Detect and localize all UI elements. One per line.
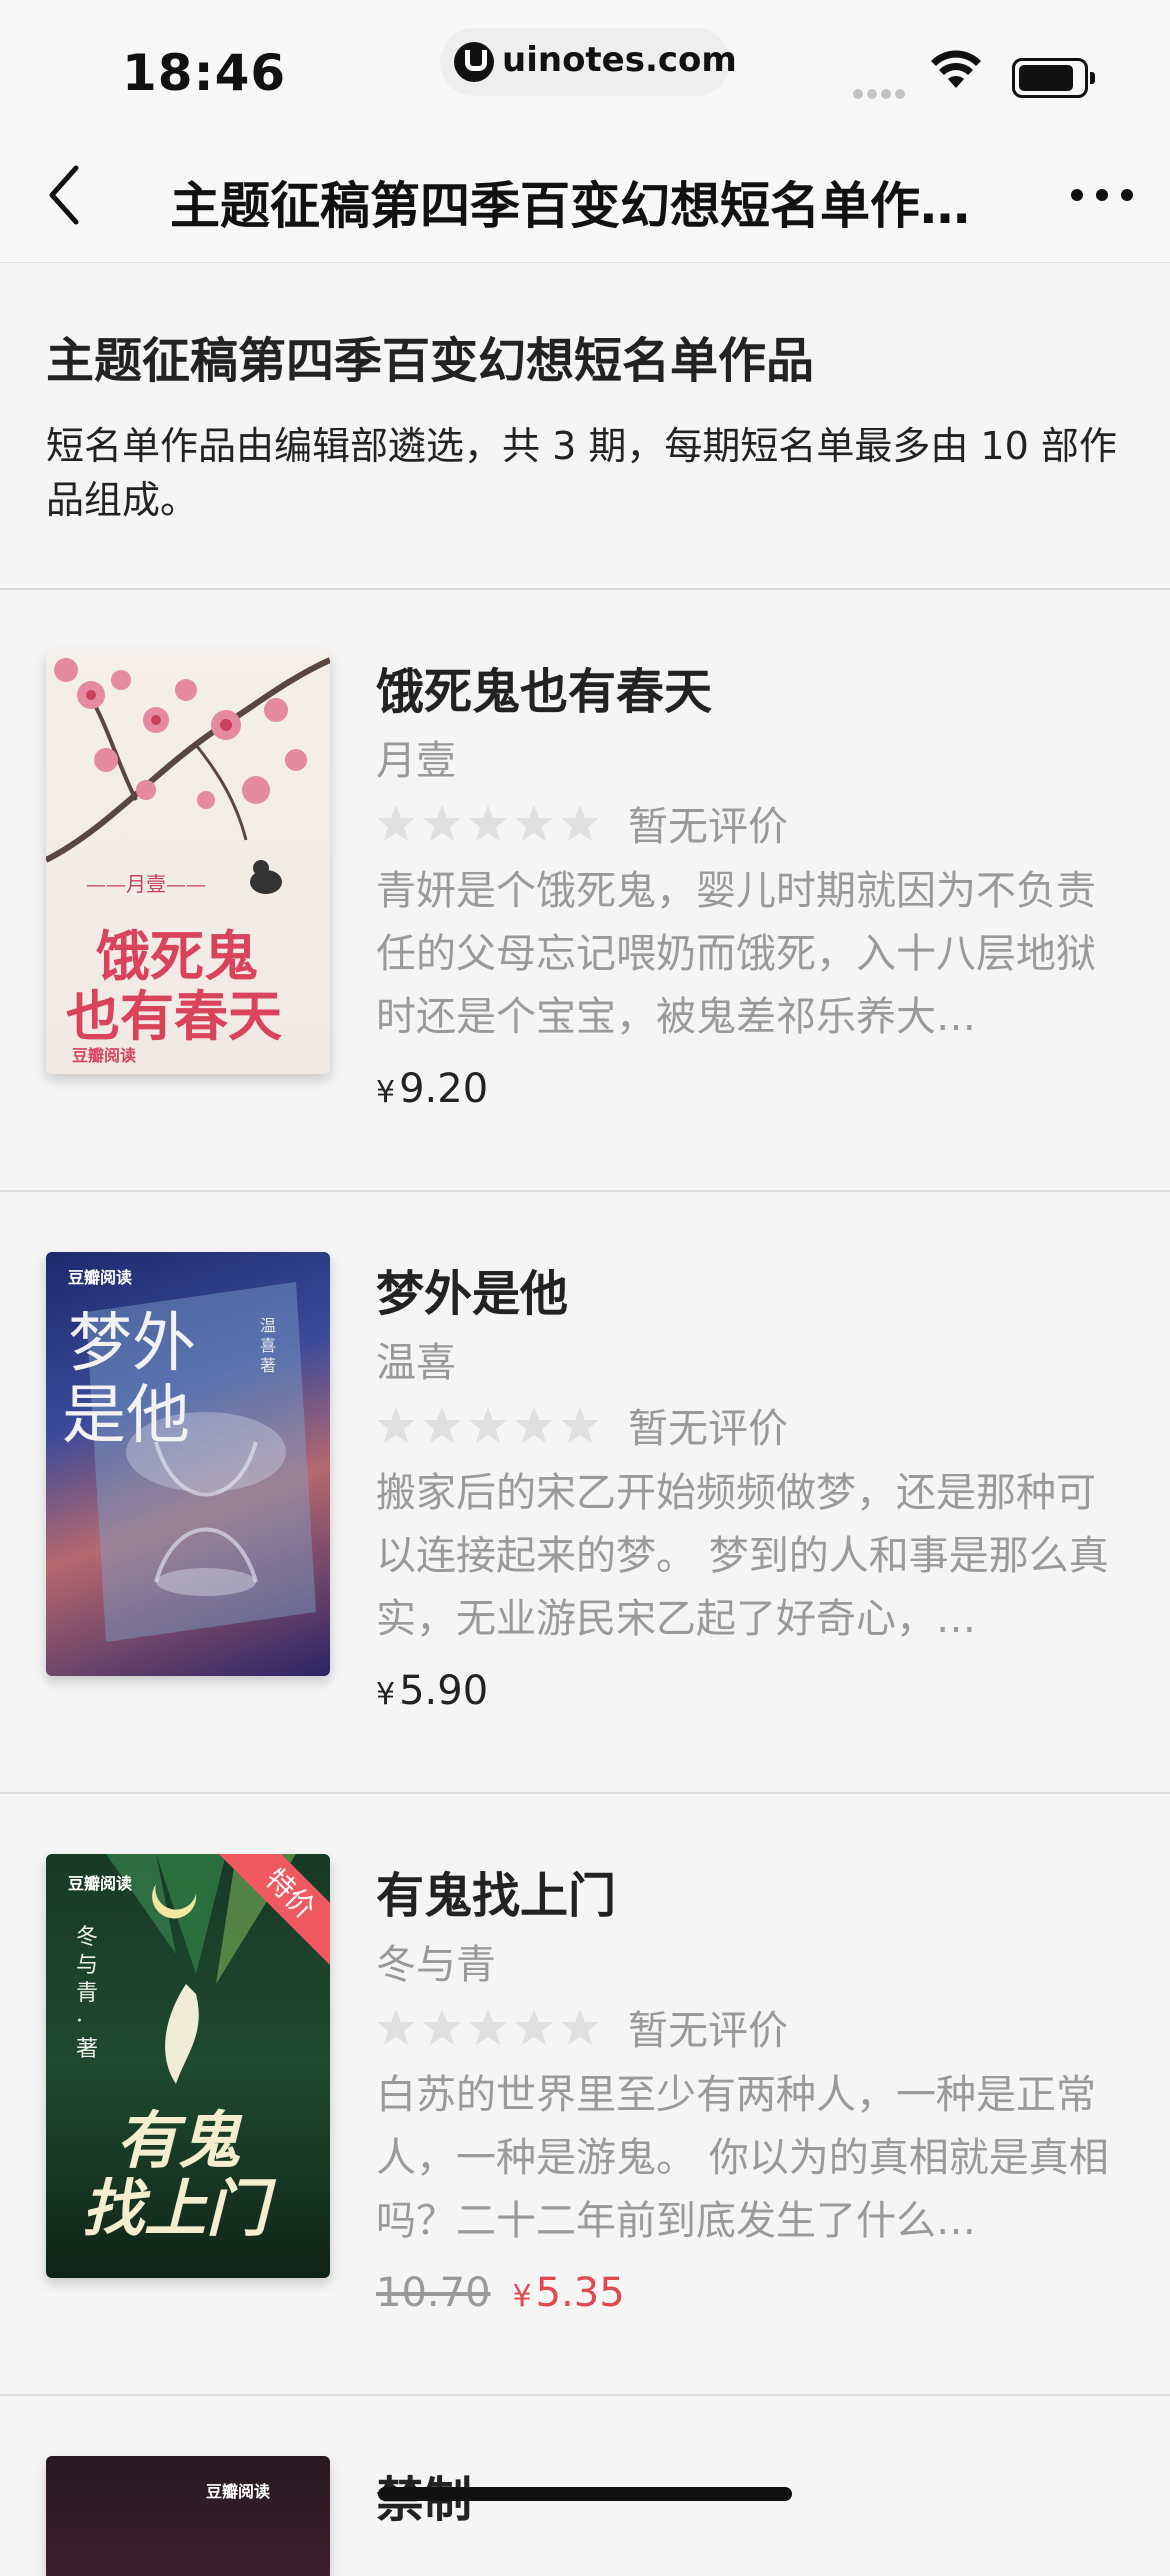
book-cover[interactable]: ——月壹—— 饿死鬼 也有春天 豆瓣阅读: [46, 650, 330, 1074]
star-icon: [423, 2009, 461, 2045]
cover-title-line2: 是他: [62, 1379, 190, 1453]
book-cover[interactable]: 豆瓣阅读: [46, 2456, 330, 2576]
cover-publisher: 豆瓣阅读: [68, 1874, 133, 1893]
price-value: 9.20: [399, 1066, 489, 1112]
book-cover[interactable]: 豆瓣阅读 冬与青 · 著 有鬼 找上门 特价: [46, 1854, 330, 2278]
book-item[interactable]: 豆瓣阅读 冬与青 · 著 有鬼 找上门 特价 有鬼找上门 冬与青 暂无评价 白苏…: [0, 1794, 1170, 2396]
rating-stars: [376, 2007, 606, 2047]
rating-text: 暂无评价: [628, 1406, 788, 1452]
rating-stars: [376, 803, 606, 843]
star-icon: [377, 1407, 415, 1443]
list-header: 主题征稿第四季百变幻想短名单作品 短名单作品由编辑部遴选，共 3 期，每期短名单…: [0, 263, 1170, 590]
book-description: 白苏的世界里至少有两种人，一种是正常人，一种是游鬼。 你以为的真相就是真相吗？二…: [376, 2072, 1109, 2244]
star-icon: [515, 805, 553, 841]
battery-icon: [1012, 58, 1095, 98]
cover-author: 温喜 著: [260, 1316, 277, 1375]
book-item[interactable]: 豆瓣阅读 梦外 是他 温喜 著 梦外是他 温喜 暂无评价 搬家后的宋乙开始频频做…: [0, 1192, 1170, 1794]
nav-title: 主题征稿第四季百变幻想短名单作…: [170, 177, 970, 235]
star-icon: [377, 805, 415, 841]
currency-symbol: ¥: [376, 1075, 396, 1110]
star-icon: [423, 805, 461, 841]
book-description: 搬家后的宋乙开始频频做梦，还是那种可以连接起来的梦。 梦到的人和事是那么真实，无…: [376, 1470, 1109, 1642]
book-item[interactable]: ——月壹—— 饿死鬼 也有春天 豆瓣阅读 饿死鬼也有春天 月壹 暂无评价 青妍是…: [0, 590, 1170, 1192]
cover-title-line2: 也有春天: [66, 984, 282, 1048]
cover-publisher: 豆瓣阅读: [68, 1268, 133, 1287]
more-dots-icon[interactable]: [1070, 188, 1134, 202]
book-title[interactable]: 梦外是他: [376, 1254, 568, 1324]
book-price: 10.70 ¥ 5.35: [376, 2270, 625, 2316]
book-cover[interactable]: 豆瓣阅读 梦外 是他 温喜 著: [46, 1252, 330, 1676]
rating-text: 暂无评价: [628, 804, 788, 850]
star-icon: [469, 2009, 507, 2045]
site-logo-icon: [454, 42, 494, 82]
home-indicator[interactable]: [378, 2487, 792, 2501]
star-icon: [515, 2009, 553, 2045]
nav-bar: 主题征稿第四季百变幻想短名单作…: [0, 130, 1170, 263]
book-title[interactable]: 饿死鬼也有春天: [376, 652, 712, 722]
cover-publisher: 豆瓣阅读: [206, 2482, 271, 2501]
star-icon: [469, 805, 507, 841]
star-icon: [561, 805, 599, 841]
book-author[interactable]: 冬与青: [376, 1932, 496, 1990]
cover-title-line2: 找上门: [82, 2172, 269, 2245]
cover-publisher: 豆瓣阅读: [72, 1046, 137, 1065]
star-icon: [423, 1407, 461, 1443]
book-item[interactable]: 豆瓣阅读 禁制: [0, 2396, 1170, 2576]
chevron-left-icon[interactable]: [40, 160, 100, 230]
rating-stars: [376, 1405, 606, 1445]
book-title[interactable]: 有鬼找上门: [376, 1856, 616, 1926]
url-text: uinotes.com: [502, 40, 737, 80]
star-icon: [377, 2009, 415, 2045]
star-icon: [469, 1407, 507, 1443]
currency-symbol: ¥: [512, 2279, 532, 2314]
currency-symbol: ¥: [376, 1677, 396, 1712]
book-rating: 暂无评价: [376, 2002, 788, 2054]
cover-author: 冬与青 · 著: [76, 1925, 99, 2062]
status-bar: 18:46 uinotes.com: [0, 0, 1170, 130]
book-description: 青妍是个饿死鬼，婴儿时期就因为不负责任的父母忘记喂奶而饿死，入十八层地狱时还是个…: [376, 868, 1096, 1040]
wifi-icon: [931, 50, 981, 88]
book-price: ¥ 9.20: [376, 1066, 488, 1112]
star-icon: [561, 1407, 599, 1443]
book-price: ¥ 5.90: [376, 1668, 488, 1714]
book-rating: 暂无评价: [376, 798, 788, 850]
url-pill[interactable]: uinotes.com: [440, 28, 737, 96]
price-value: 5.90: [399, 1668, 489, 1714]
star-icon: [515, 1407, 553, 1443]
star-icon: [561, 2009, 599, 2045]
cover-author: ——月壹——: [86, 872, 206, 896]
sale-price: 5.35: [535, 2270, 625, 2316]
book-rating: 暂无评价: [376, 1400, 788, 1452]
book-author[interactable]: 月壹: [376, 728, 456, 786]
rating-text: 暂无评价: [628, 2008, 788, 2054]
list-description: 短名单作品由编辑部遴选，共 3 期，每期短名单最多由 10 部作品组成。: [46, 424, 1117, 522]
original-price: 10.70: [376, 2270, 491, 2316]
book-author[interactable]: 温喜: [376, 1330, 456, 1388]
status-time: 18:46: [122, 44, 287, 102]
cellular-signal-icon: [853, 84, 909, 103]
list-title: 主题征稿第四季百变幻想短名单作品: [46, 333, 815, 389]
